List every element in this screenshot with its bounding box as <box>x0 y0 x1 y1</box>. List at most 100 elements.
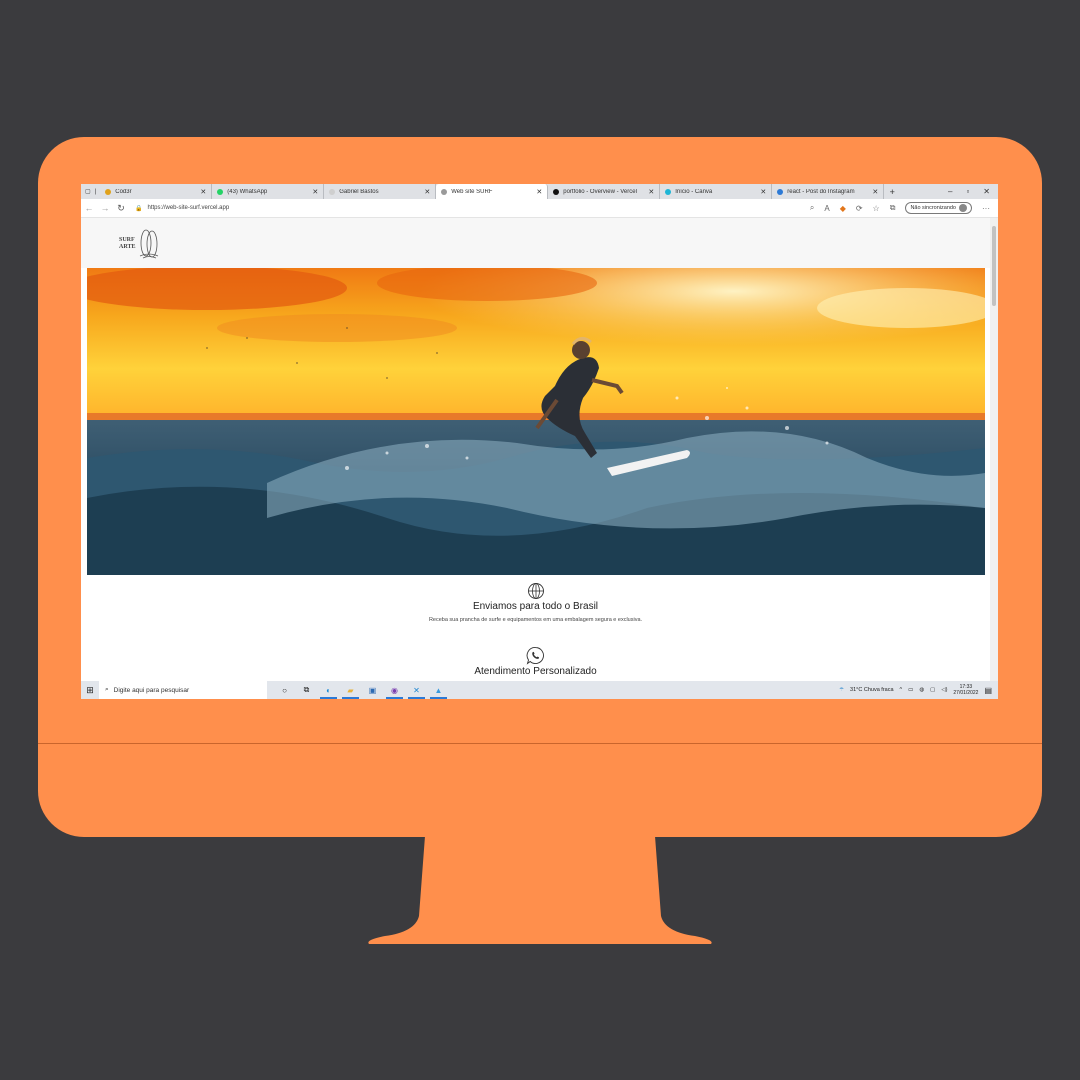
tab-favicon-icon <box>777 188 784 195</box>
surfboard-logo-icon <box>140 229 159 258</box>
site-logo[interactable]: SURF ARTE <box>119 227 169 260</box>
zoom-icon[interactable]: ⌕ <box>810 203 814 213</box>
logo-line2: ARTE <box>119 243 136 250</box>
taskbar-apps: ○ ⧉ ◐ ▰ ▣ ◉ ✕ ▲ <box>279 685 447 699</box>
search-icon: ⌕ <box>105 686 109 693</box>
task-view-icon[interactable]: ⧉ <box>301 685 312 696</box>
tab-label: react - Post do Instagram <box>787 188 855 195</box>
tab-actions-icon[interactable]: ▢ <box>85 188 91 195</box>
weather-icon[interactable]: ☂ <box>839 687 844 693</box>
tab-label: (43) WhatsApp <box>227 188 268 195</box>
scrollbar[interactable] <box>990 218 998 681</box>
extension-icon[interactable]: ⟳ <box>856 204 863 213</box>
volume-icon[interactable]: ◁) <box>941 687 947 693</box>
search-placeholder: Digite aqui para pesquisar <box>113 686 190 694</box>
url-text: https://web-site-surf.vercel.app <box>147 205 230 211</box>
tab-favicon-icon <box>329 188 336 195</box>
minimize-icon[interactable]: – <box>948 187 952 196</box>
profile-button[interactable]: Não sincronizando <box>905 202 972 214</box>
feature-title: Atendimento Personalizado <box>474 666 597 677</box>
restore-icon[interactable]: ▫ <box>966 187 969 196</box>
taskbar-search-input[interactable]: ⌕ Digite aqui para pesquisar <box>99 681 267 699</box>
vscode-icon[interactable]: ✕ <box>408 685 425 699</box>
back-arrow-icon[interactable]: ← <box>81 203 97 213</box>
globe-icon <box>527 583 544 599</box>
feature-support: Atendimento Personalizado <box>81 646 990 677</box>
tab-label: portfolio - Overview - Vercel <box>563 188 637 195</box>
close-icon[interactable]: ✕ <box>536 188 542 196</box>
forward-arrow-icon[interactable]: → <box>97 203 113 213</box>
battery-icon[interactable]: ▭ <box>908 687 913 693</box>
file-explorer-icon[interactable]: ▰ <box>342 685 359 699</box>
tab-favicon-icon <box>553 188 560 195</box>
cortana-icon[interactable]: ○ <box>279 685 290 696</box>
logo-line1: SURF <box>119 236 135 243</box>
system-tray: ☂ 31°C Chuva fraca ^ ▭ ◍ ▢ ◁) 17:33 27/0… <box>839 684 998 696</box>
store-icon[interactable]: ▣ <box>367 685 378 696</box>
tab-favicon-icon <box>217 188 224 195</box>
tab-gabriel-bastos[interactable]: Gabriel Bastos ✕ <box>324 184 437 199</box>
display-icon[interactable]: ▢ <box>930 687 935 693</box>
logo-text: SURF ARTE <box>119 237 135 251</box>
github-desktop-icon[interactable]: ◉ <box>386 685 403 699</box>
close-icon[interactable]: ✕ <box>312 188 318 196</box>
collections-icon[interactable]: ⧉ <box>890 203 896 213</box>
profile-label: Não sincronizando <box>910 205 956 211</box>
tab-vercel-portfolio[interactable]: portfolio - Overview - Vercel ✕ <box>548 184 661 199</box>
whatsapp-icon <box>526 647 544 665</box>
windows-start-icon[interactable]: ⊞ <box>81 685 99 696</box>
close-icon[interactable]: ✕ <box>872 188 878 196</box>
network-icon[interactable]: ◍ <box>919 687 924 693</box>
web-page: SURF ARTE Enviamos para todo o Brasil Re… <box>81 218 990 681</box>
reload-icon[interactable]: ↻ <box>113 203 129 214</box>
tab-favicon-icon <box>665 188 672 195</box>
tab-web-site-surf[interactable]: Web site SURF ✕ <box>436 184 549 199</box>
tab-actions: ▢ | <box>81 184 100 199</box>
windows-taskbar: ⊞ ⌕ Digite aqui para pesquisar ○ ⧉ ◐ ▰ ▣… <box>81 681 998 699</box>
favorites-icon[interactable]: ☆ <box>873 204 880 213</box>
feature-description: Receba sua prancha de surfe e equipament… <box>428 617 643 623</box>
clock-date: 27/01/2022 <box>953 690 979 696</box>
window-controls: – ▫ ✕ <box>948 187 998 196</box>
close-icon[interactable]: ✕ <box>200 188 206 196</box>
site-header: SURF ARTE <box>81 218 990 268</box>
tab-label: Cod3r <box>115 188 132 195</box>
hero-surf-image <box>87 268 985 575</box>
weather-text[interactable]: 31°C Chuva fraca <box>850 687 893 693</box>
tab-strip: Cod3r ✕ (43) WhatsApp ✕ Gabriel Bastos ✕… <box>100 184 900 199</box>
address-bar-actions: ⌕ A ◆ ⟳ ☆ ⧉ Não sincronizando ··· <box>810 202 998 214</box>
lock-icon: 🔒 <box>135 205 143 212</box>
close-icon[interactable]: ✕ <box>424 188 430 196</box>
feature-title: Enviamos para todo o Brasil <box>472 601 599 612</box>
tab-separator: | <box>94 188 97 195</box>
notifications-icon[interactable]: ▤ <box>984 686 992 695</box>
tab-favicon-icon <box>105 188 112 195</box>
taskbar-clock[interactable]: 17:33 27/01/2022 <box>953 684 978 696</box>
read-aloud-icon[interactable]: A <box>824 204 829 213</box>
tab-canva[interactable]: Início - Canva ✕ <box>660 184 773 199</box>
tab-label: Início - Canva <box>675 188 713 195</box>
tab-react-instagram[interactable]: react - Post do Instagram ✕ <box>772 184 885 199</box>
close-icon[interactable]: ✕ <box>648 188 654 196</box>
close-window-icon[interactable]: ✕ <box>983 187 990 196</box>
new-tab-button[interactable]: + <box>884 184 900 199</box>
photos-icon[interactable]: ▲ <box>430 685 447 699</box>
feature-shipping: Enviamos para todo o Brasil Receba sua p… <box>81 582 990 623</box>
more-menu-icon[interactable]: ··· <box>982 204 990 213</box>
tab-label: Web site SURF <box>451 188 493 195</box>
tab-cod3r[interactable]: Cod3r ✕ <box>100 184 213 199</box>
edge-browser-icon[interactable]: ◐ <box>320 685 337 699</box>
tab-whatsapp[interactable]: (43) WhatsApp ✕ <box>212 184 325 199</box>
screen: ▢ | Cod3r ✕ (43) WhatsApp ✕ Gabriel Bast… <box>81 184 998 699</box>
monitor-bezel-divider <box>38 743 1042 744</box>
metamask-extension-icon[interactable]: ◆ <box>840 204 846 213</box>
chevron-up-icon[interactable]: ^ <box>900 687 903 693</box>
url-field[interactable]: 🔒 https://web-site-surf.vercel.app <box>135 205 229 212</box>
address-bar: ← → ↻ 🔒 https://web-site-surf.vercel.app… <box>81 199 998 218</box>
close-icon[interactable]: ✕ <box>760 188 766 196</box>
tab-label: Gabriel Bastos <box>339 188 379 195</box>
browser-tab-bar: ▢ | Cod3r ✕ (43) WhatsApp ✕ Gabriel Bast… <box>81 184 998 199</box>
monitor-stand <box>368 836 712 944</box>
scrollbar-thumb[interactable] <box>992 226 996 306</box>
tab-favicon-icon <box>441 188 448 195</box>
